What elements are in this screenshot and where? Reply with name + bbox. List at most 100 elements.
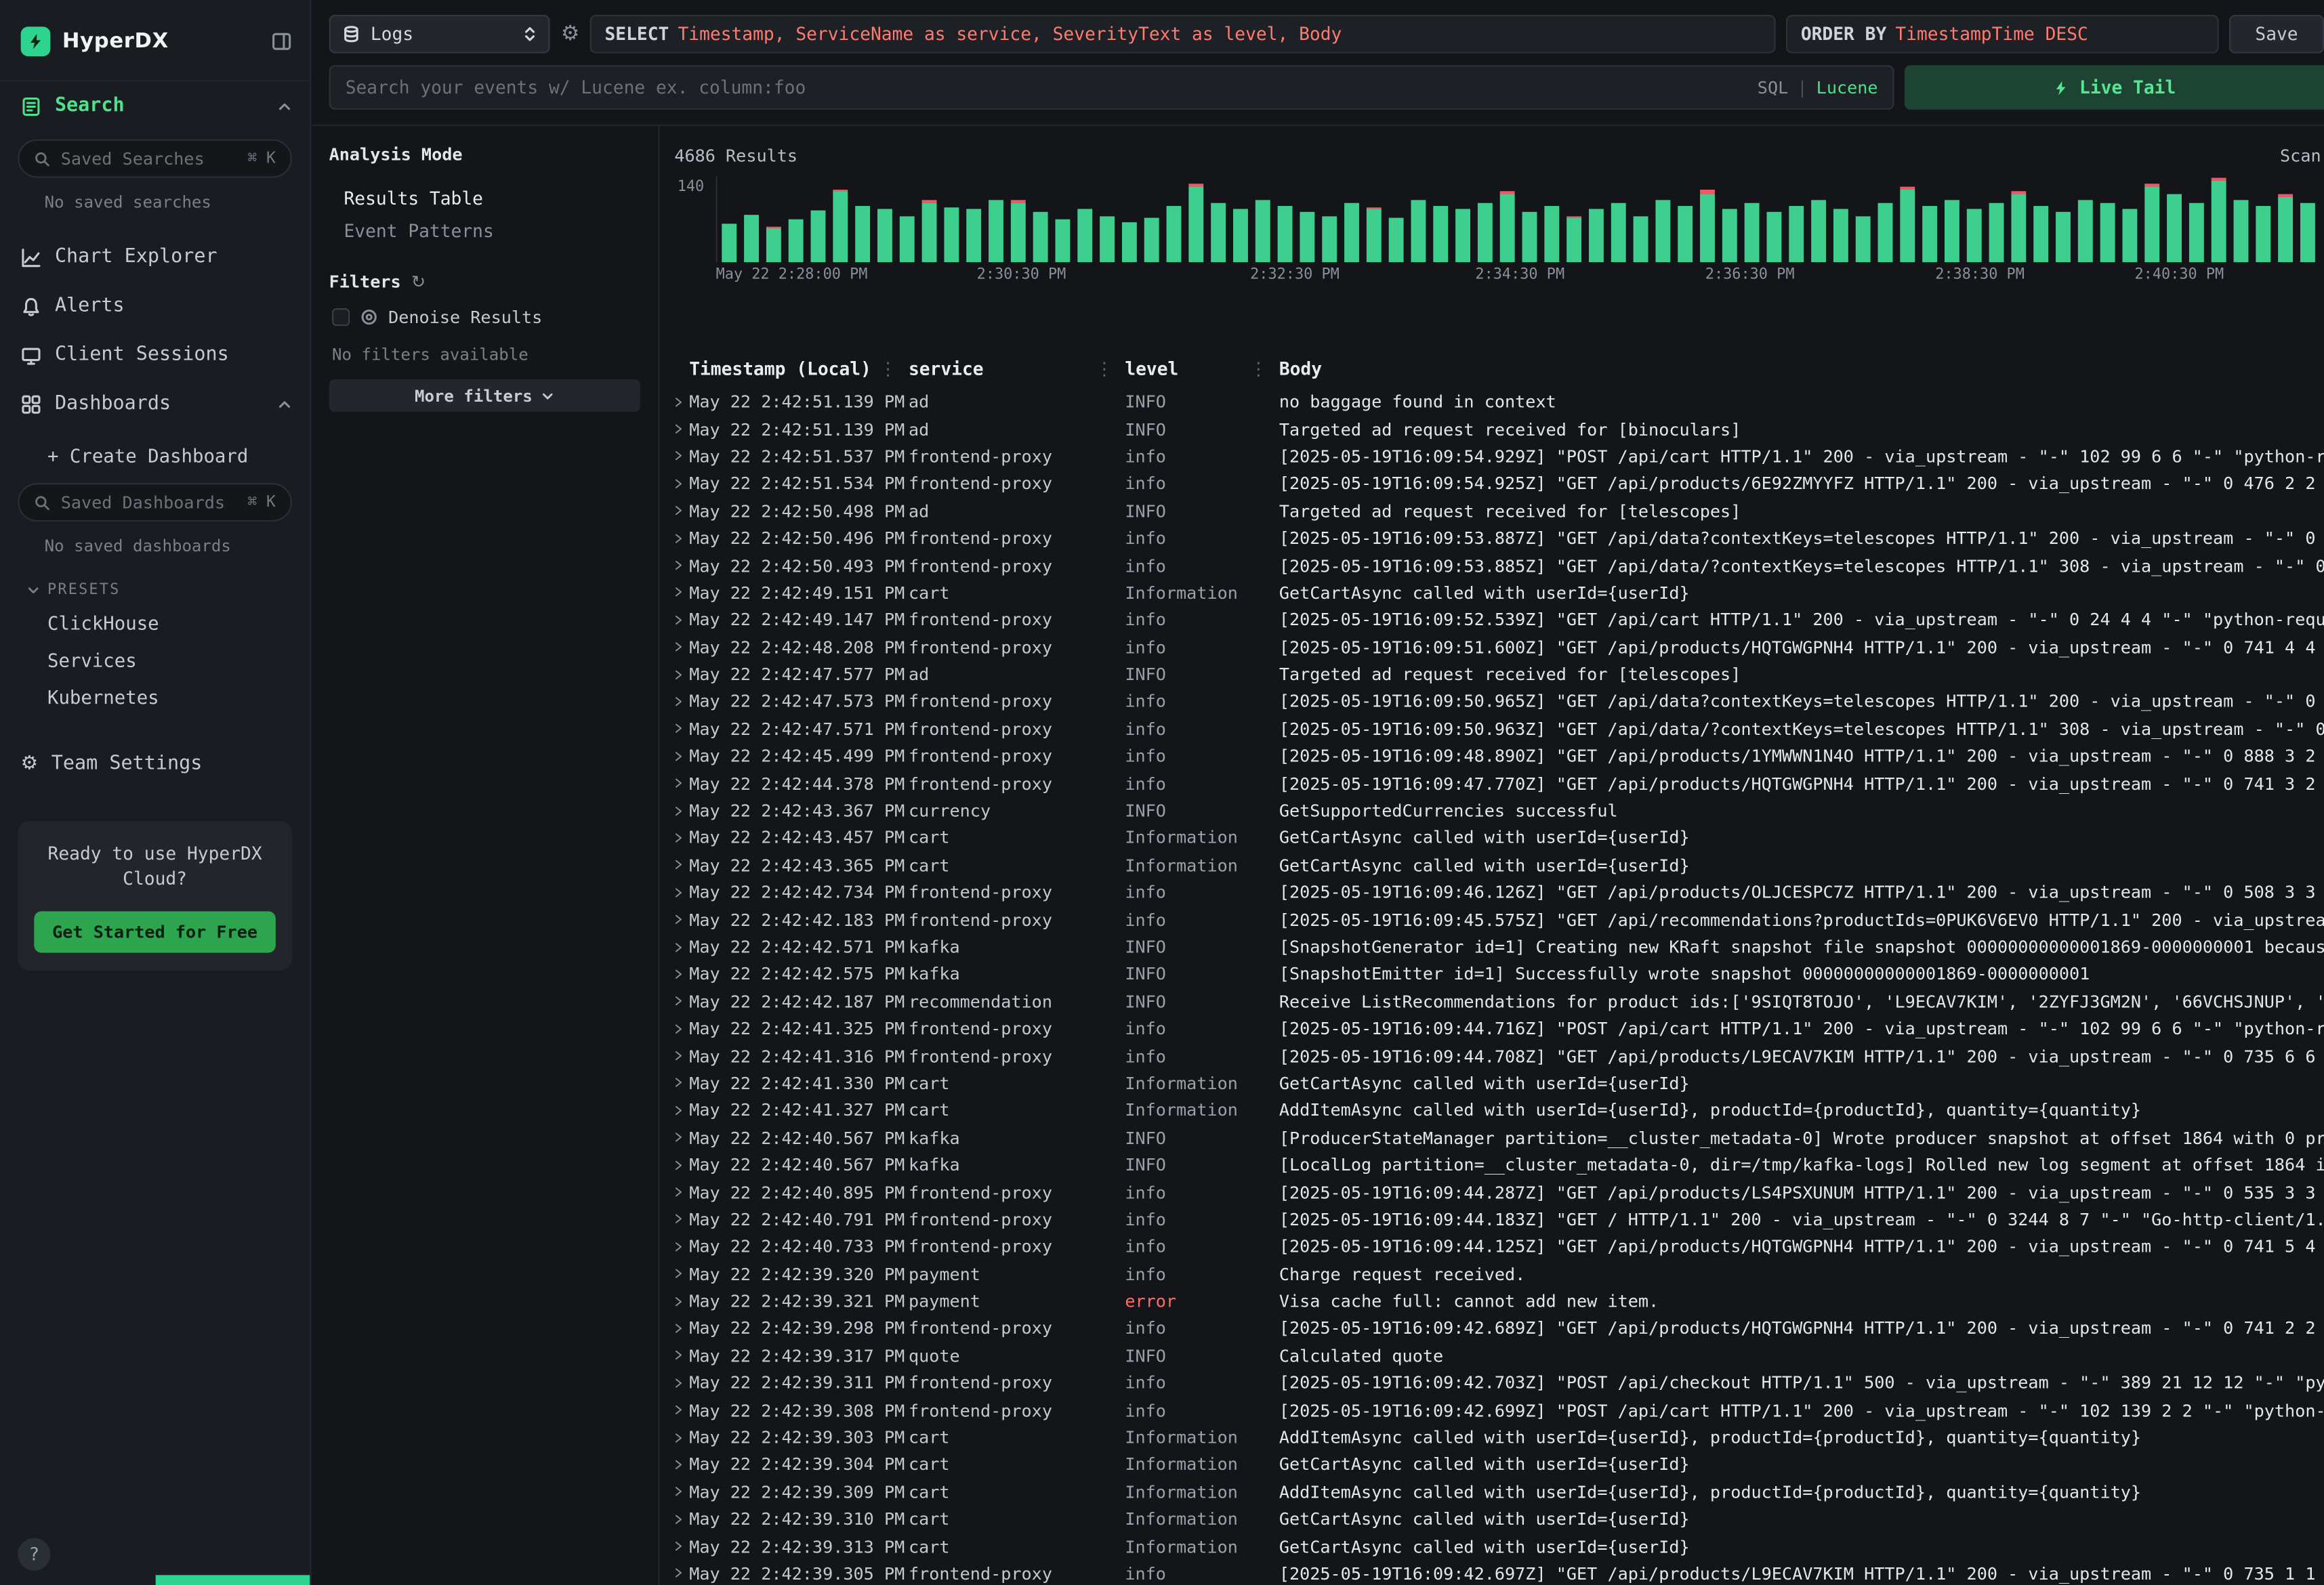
histogram-bar[interactable] <box>1077 209 1092 262</box>
sidebar-item-kubernetes[interactable]: Kubernetes <box>0 679 310 716</box>
log-row[interactable]: May 22 2:42:42.575 PM kafka INFO [Snapsh… <box>665 960 2324 988</box>
expand-row-icon[interactable] <box>665 586 689 599</box>
column-header-service[interactable]: service ⋮ <box>909 358 1125 379</box>
histogram-bar[interactable] <box>1767 212 1782 262</box>
histogram-bar[interactable] <box>1100 215 1115 262</box>
expand-row-icon[interactable] <box>665 1103 689 1117</box>
expand-row-icon[interactable] <box>665 1267 689 1281</box>
sidebar-item-clickhouse[interactable]: ClickHouse <box>0 605 310 642</box>
expand-row-icon[interactable] <box>665 1049 689 1063</box>
histogram-bar[interactable] <box>722 224 736 262</box>
sidebar-item-team-settings[interactable]: ⚙ Team Settings <box>0 740 310 788</box>
log-row[interactable]: May 22 2:42:50.496 PM frontend-proxy inf… <box>665 524 2324 551</box>
chevron-up-icon[interactable] <box>277 396 292 411</box>
histogram-bar[interactable] <box>1856 215 1871 262</box>
create-dashboard-button[interactable]: + Create Dashboard <box>0 437 310 474</box>
log-row[interactable]: May 22 2:42:48.208 PM frontend-proxy inf… <box>665 633 2324 660</box>
mode-results-table[interactable]: Results Table <box>329 182 640 215</box>
histogram-bar[interactable] <box>1278 206 1293 262</box>
expand-row-icon[interactable] <box>665 1349 689 1362</box>
log-row[interactable]: May 22 2:42:42.734 PM frontend-proxy inf… <box>665 879 2324 906</box>
histogram-bar[interactable] <box>1256 200 1270 262</box>
histogram-bar[interactable] <box>1678 206 1693 262</box>
expand-row-icon[interactable] <box>665 1431 689 1444</box>
expand-row-icon[interactable] <box>665 395 689 408</box>
expand-row-icon[interactable] <box>665 1185 689 1199</box>
log-row[interactable]: May 22 2:42:39.320 PM payment info Charg… <box>665 1260 2324 1287</box>
expand-row-icon[interactable] <box>665 640 689 654</box>
histogram-bar[interactable] <box>2011 191 2026 262</box>
histogram-bar[interactable] <box>1455 209 1470 262</box>
expand-row-icon[interactable] <box>665 722 689 736</box>
expand-row-icon[interactable] <box>665 559 689 572</box>
log-row[interactable]: May 22 2:42:39.310 PM cart Information G… <box>665 1506 2324 1533</box>
expand-row-icon[interactable] <box>665 858 689 872</box>
histogram-bar[interactable] <box>1544 206 1559 262</box>
expand-row-icon[interactable] <box>665 1212 689 1226</box>
log-row[interactable]: May 22 2:42:40.567 PM kafka INFO [Produc… <box>665 1124 2324 1151</box>
log-row[interactable]: May 22 2:42:42.183 PM frontend-proxy inf… <box>665 906 2324 933</box>
expand-row-icon[interactable] <box>665 940 689 954</box>
expand-row-icon[interactable] <box>665 532 689 545</box>
log-row[interactable]: May 22 2:42:39.304 PM cart Information G… <box>665 1451 2324 1478</box>
column-grip-icon[interactable]: ⋮ <box>1249 358 1279 379</box>
source-settings-gear-icon[interactable]: ⚙ <box>561 22 579 46</box>
histogram-bar[interactable] <box>1433 206 1448 262</box>
expand-row-icon[interactable] <box>665 1376 689 1390</box>
histogram-bar[interactable] <box>1833 209 1848 262</box>
log-row[interactable]: May 22 2:42:43.367 PM currency INFO GetS… <box>665 797 2324 824</box>
histogram-bar[interactable] <box>1300 212 1314 262</box>
histogram-bar[interactable] <box>2078 200 2093 262</box>
log-row[interactable]: May 22 2:42:41.330 PM cart Information G… <box>665 1070 2324 1097</box>
sidebar-item-client-sessions[interactable]: Client Sessions <box>0 331 310 379</box>
histogram-bar[interactable] <box>833 189 848 262</box>
column-header-body[interactable]: Body <box>1279 358 2324 379</box>
histogram-bar[interactable] <box>789 219 804 262</box>
histogram-bar[interactable] <box>1144 218 1159 262</box>
log-row[interactable]: May 22 2:42:51.139 PM ad INFO no baggage… <box>665 388 2324 415</box>
column-grip-icon[interactable]: ⋮ <box>879 358 909 379</box>
expand-row-icon[interactable] <box>665 477 689 490</box>
sidebar-item-search[interactable]: Search <box>0 81 310 130</box>
expand-row-icon[interactable] <box>665 1240 689 1253</box>
log-row[interactable]: May 22 2:42:44.378 PM frontend-proxy inf… <box>665 769 2324 797</box>
expand-row-icon[interactable] <box>665 967 689 981</box>
histogram-bar[interactable] <box>1500 190 1515 262</box>
log-row[interactable]: May 22 2:42:40.791 PM frontend-proxy inf… <box>665 1206 2324 1233</box>
histogram-bar[interactable] <box>1611 203 1626 262</box>
histogram-bar[interactable] <box>1789 206 1804 262</box>
log-row[interactable]: May 22 2:42:43.457 PM cart Information G… <box>665 824 2324 851</box>
histogram-bar[interactable] <box>1344 203 1359 262</box>
histogram-bar[interactable] <box>900 215 915 262</box>
save-button[interactable]: Save <box>2229 15 2324 54</box>
expand-row-icon[interactable] <box>665 1022 689 1036</box>
histogram-bar[interactable] <box>1322 215 1337 262</box>
log-row[interactable]: May 22 2:42:43.365 PM cart Information G… <box>665 851 2324 879</box>
log-row[interactable]: May 22 2:42:50.493 PM frontend-proxy inf… <box>665 552 2324 579</box>
more-filters-button[interactable]: More filters <box>329 379 640 412</box>
expand-row-icon[interactable] <box>665 1485 689 1499</box>
histogram-bar[interactable] <box>1233 209 1248 262</box>
sidebar-item-chart-explorer[interactable]: Chart Explorer <box>0 232 310 281</box>
histogram-bar[interactable] <box>989 200 1003 262</box>
column-header-timestamp[interactable]: Timestamp (Local) ⋮ <box>689 358 909 379</box>
expand-row-icon[interactable] <box>665 1567 689 1580</box>
log-row[interactable]: May 22 2:42:39.303 PM cart Information A… <box>665 1424 2324 1451</box>
histogram-bar[interactable] <box>1722 209 1737 262</box>
expand-row-icon[interactable] <box>665 695 689 709</box>
histogram-bar[interactable] <box>877 208 892 262</box>
histogram-bar[interactable] <box>2123 209 2138 262</box>
histogram-bar[interactable] <box>1478 203 1493 262</box>
saved-searches-input[interactable]: Saved Searches ⌘ K <box>18 140 292 178</box>
histogram-bar[interactable] <box>1922 206 1937 262</box>
expand-row-icon[interactable] <box>665 1076 689 1090</box>
log-row[interactable]: May 22 2:42:39.308 PM frontend-proxy inf… <box>665 1397 2324 1424</box>
histogram-bar[interactable] <box>1967 209 1982 262</box>
log-row[interactable]: May 22 2:42:40.733 PM frontend-proxy inf… <box>665 1233 2324 1260</box>
histogram-bar[interactable] <box>855 206 870 262</box>
log-row[interactable]: May 22 2:42:45.499 PM frontend-proxy inf… <box>665 742 2324 769</box>
log-row[interactable]: May 22 2:42:41.327 PM cart Information A… <box>665 1097 2324 1124</box>
log-row[interactable]: May 22 2:42:49.147 PM frontend-proxy inf… <box>665 606 2324 633</box>
histogram-bar[interactable] <box>1566 216 1581 262</box>
histogram-bar[interactable] <box>2167 194 2182 262</box>
